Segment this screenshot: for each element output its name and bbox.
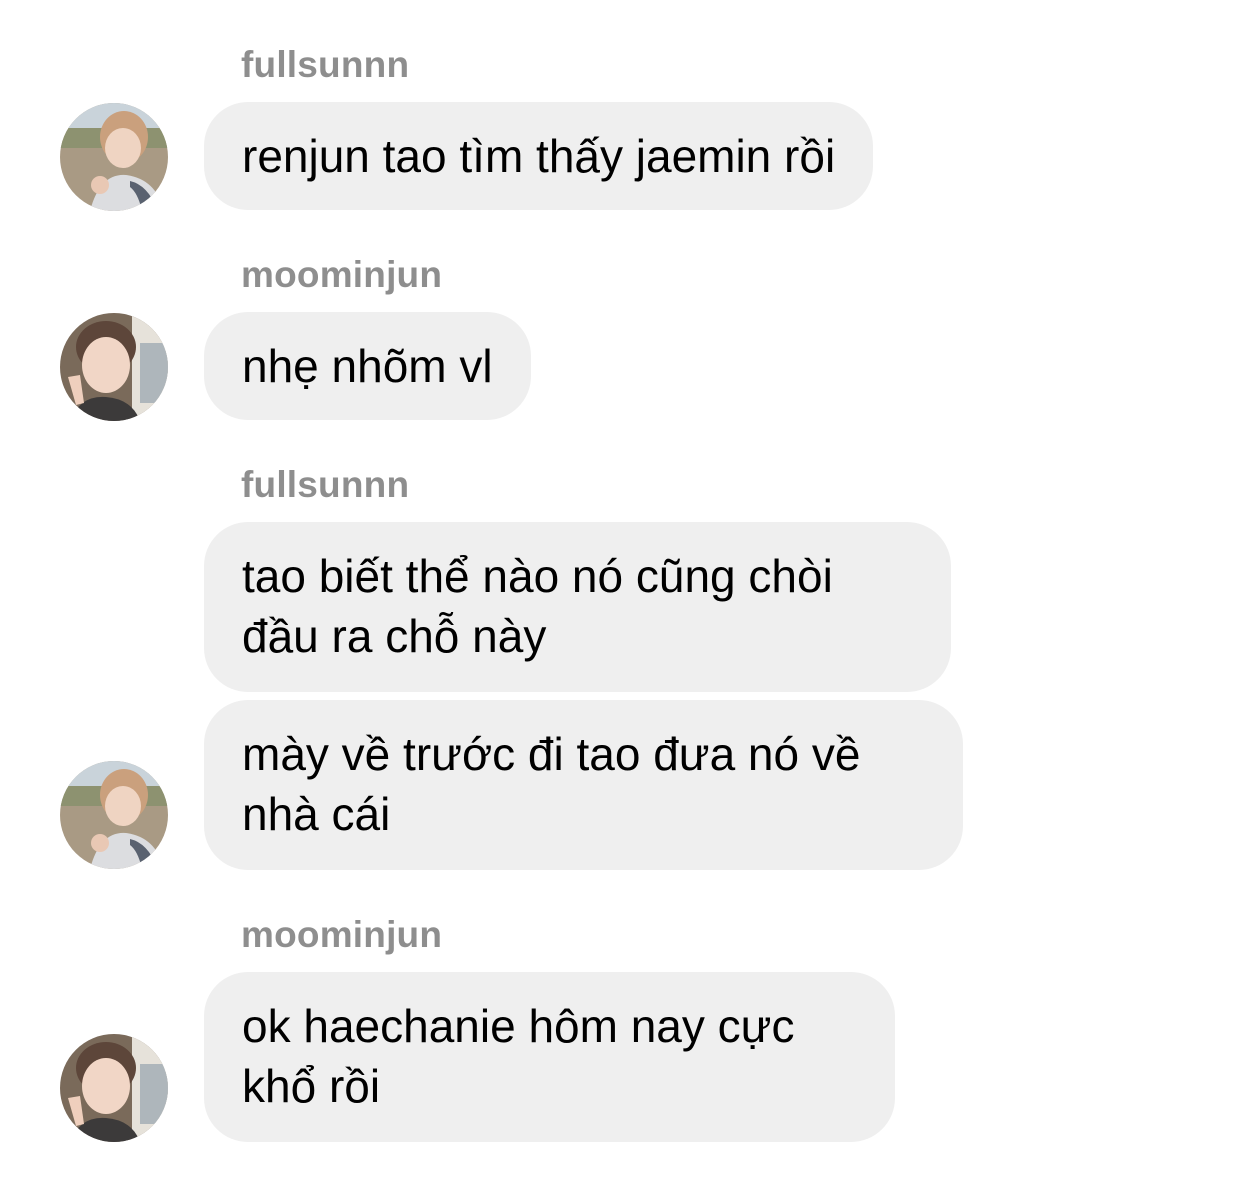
message-bubble[interactable]: renjun tao tìm thấy jaemin rồi [204,102,874,210]
avatar[interactable] [60,313,168,421]
avatar[interactable] [60,1034,168,1142]
profile-photo-fullsunnn-icon [60,761,168,869]
message-bubble[interactable]: tao biết thể nào nó cũng chòi đầu ra chỗ… [204,522,951,692]
sender-name: moominjun [241,254,443,295]
message-text: ok haechanie hôm nay cực khổ rồi [242,1000,795,1112]
message-bubble[interactable]: nhẹ nhõm vl [204,312,531,420]
message-text: renjun tao tìm thấy jaemin rồi [242,130,836,182]
profile-photo-moominjun-icon [60,1034,168,1142]
message-text: nhẹ nhõm vl [242,340,493,392]
avatar[interactable] [60,103,168,211]
sender-name: moominjun [241,914,443,955]
sender-name: fullsunnn [241,464,410,505]
chat-thread: { "conversation": { "groups": [ { "sende… [0,0,1242,1204]
profile-photo-fullsunnn-icon [60,103,168,211]
profile-photo-moominjun-icon [60,313,168,421]
message-bubble[interactable]: mày về trước đi tao đưa nó về nhà cái [204,700,963,870]
message-text: mày về trước đi tao đưa nó về nhà cái [242,728,861,840]
message-bubble[interactable]: ok haechanie hôm nay cực khổ rồi [204,972,895,1142]
sender-name: fullsunnn [241,44,410,85]
avatar[interactable] [60,761,168,869]
message-text: tao biết thể nào nó cũng chòi đầu ra chỗ… [242,550,833,662]
